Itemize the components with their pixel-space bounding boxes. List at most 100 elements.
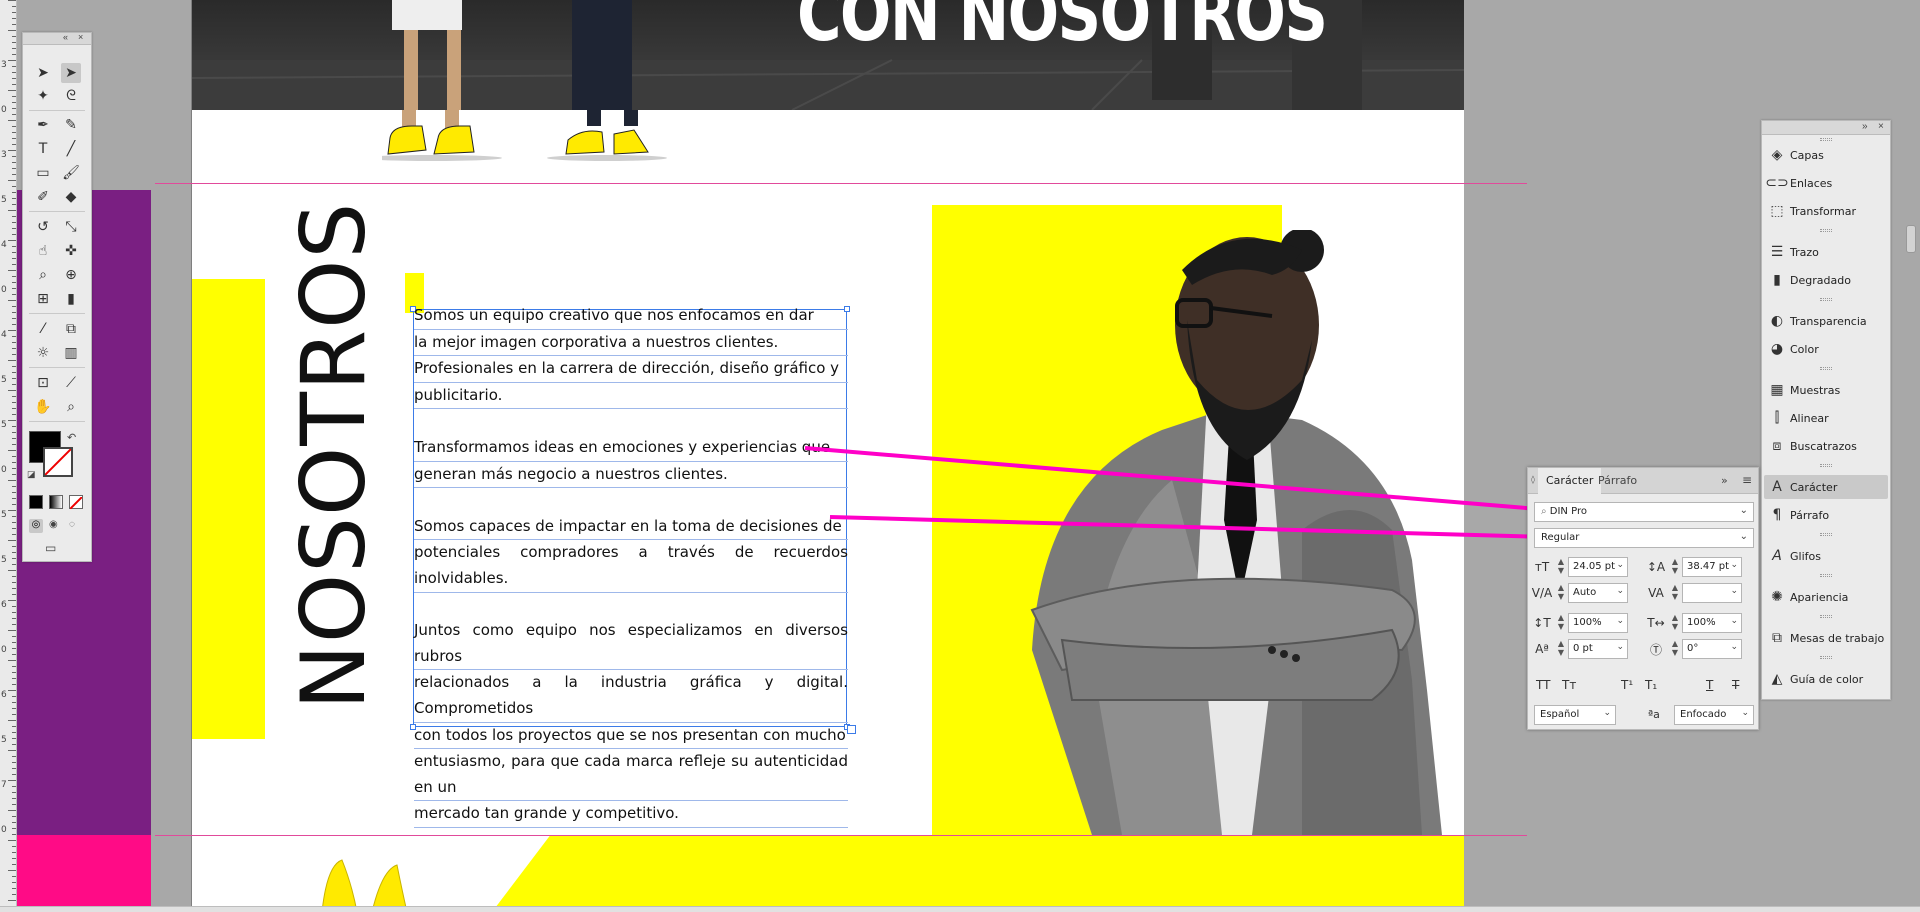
pen-tool[interactable]: ✒ bbox=[33, 115, 53, 135]
baseline-shift-field[interactable]: 0 pt ⌄ bbox=[1568, 639, 1628, 659]
vertical-scale-stepper[interactable]: ▲ ▼ bbox=[1556, 613, 1566, 633]
lasso-tool[interactable]: ᘓ bbox=[61, 86, 81, 106]
rectangle-tool[interactable]: ▭ bbox=[33, 163, 53, 183]
close-icon[interactable]: × bbox=[78, 32, 83, 42]
antialiasing-select[interactable]: Enfocado ⌄ bbox=[1674, 705, 1754, 725]
dock-header[interactable]: » × bbox=[1762, 121, 1890, 135]
small-caps-button[interactable]: Tᴛ bbox=[1562, 678, 1576, 692]
vertical-title-nosotros[interactable]: NOSOTROS bbox=[282, 202, 385, 710]
puppet-warp-tool[interactable]: ✜ bbox=[61, 241, 81, 261]
language-select[interactable]: Español ⌄ bbox=[1534, 705, 1616, 725]
tools-panel-header[interactable]: « × bbox=[23, 32, 91, 45]
man-portrait-photo[interactable] bbox=[972, 230, 1464, 835]
rotation-stepper[interactable]: ▲ ▼ bbox=[1670, 639, 1680, 659]
horizontal-scrollbar[interactable] bbox=[0, 906, 1920, 912]
swap-fill-stroke-icon[interactable]: ↶ bbox=[67, 431, 76, 444]
panel-item-gradient[interactable]: ▮ Degradado bbox=[1764, 268, 1888, 292]
artboard-tool[interactable]: ⊡ bbox=[33, 373, 53, 393]
hand-tool[interactable]: ✋ bbox=[33, 397, 53, 417]
symbol-sprayer-tool[interactable]: ☼ bbox=[33, 343, 53, 363]
tab-paragraph[interactable]: Párrafo bbox=[1590, 468, 1645, 494]
font-size-stepper[interactable]: ▲ ▼ bbox=[1556, 557, 1566, 577]
collapse-icon[interactable]: » bbox=[1862, 121, 1868, 132]
shaper-tool[interactable]: ✐ bbox=[33, 187, 53, 207]
line-tool[interactable]: ╱ bbox=[61, 139, 81, 159]
panel-item-align[interactable]: ⫿ Alinear bbox=[1764, 406, 1888, 430]
draw-inside-icon[interactable]: ◌ bbox=[69, 519, 75, 530]
character-panel-tabs[interactable]: ◊ Carácter Párrafo » ≡ bbox=[1528, 468, 1758, 494]
close-icon[interactable]: × bbox=[1878, 121, 1884, 132]
grip-icon[interactable] bbox=[1820, 574, 1832, 577]
gradient-tool[interactable]: ▮ bbox=[61, 289, 81, 309]
vertical-scale-field[interactable]: 100% ⌄ bbox=[1568, 613, 1628, 633]
leading-stepper[interactable]: ▲ ▼ bbox=[1670, 557, 1680, 577]
grip-icon[interactable] bbox=[1820, 533, 1832, 536]
tracking-field[interactable]: ⌄ bbox=[1682, 583, 1742, 603]
yellow-bottom-block[interactable] bbox=[492, 835, 1464, 912]
strikethrough-button[interactable]: T bbox=[1732, 678, 1739, 692]
color-mode-icon[interactable] bbox=[29, 495, 43, 509]
none-mode-icon[interactable] bbox=[69, 495, 83, 510]
all-caps-button[interactable]: TT bbox=[1536, 678, 1550, 692]
panel-item-artboards[interactable]: ⧉ Mesas de trabajo bbox=[1764, 626, 1888, 650]
yellow-accent-left[interactable] bbox=[192, 279, 265, 739]
direct-selection-tool[interactable]: ➤ bbox=[61, 63, 81, 83]
expand-icon[interactable]: » bbox=[1721, 474, 1728, 487]
hero-photo-banner[interactable]: CON NOSOTROS bbox=[192, 0, 1464, 110]
players-feet-image[interactable] bbox=[382, 110, 882, 170]
panel-item-transparency[interactable]: ◐ Transparencia bbox=[1764, 309, 1888, 333]
collapse-icon[interactable]: « bbox=[63, 32, 68, 42]
grip-icon[interactable] bbox=[1820, 615, 1832, 618]
font-style-select[interactable]: Regular ⌄ bbox=[1534, 528, 1754, 548]
panel-item-links[interactable]: ⊂⊃ Enlaces bbox=[1764, 171, 1888, 195]
perspective-grid-tool[interactable]: ⊞ bbox=[33, 289, 53, 309]
tools-panel[interactable]: « × ➤ ➤ ✦ ᘓ ✒ ✎ T ╱ ▭ 🖌 ✐ ◆ ↺ ⤡ ☝ ✜ ⌕ ⊕ … bbox=[22, 32, 92, 562]
stroke-swatch[interactable] bbox=[43, 447, 73, 477]
body-text-block[interactable]: Somos un equipo creativo que nos enfocam… bbox=[414, 303, 848, 828]
panels-dock[interactable]: » × ◈ Capas ⊂⊃ Enlaces ⬚ Transformar ☰ Trazo… bbox=[1761, 120, 1891, 700]
rotation-field[interactable]: 0° ⌄ bbox=[1682, 639, 1742, 659]
panel-item-color[interactable]: ◕ Color bbox=[1764, 337, 1888, 361]
grip-icon[interactable] bbox=[1820, 298, 1832, 301]
vertical-ruler[interactable]: 3 0 3 5 4 0 4 5 5 0 5 5 6 0 6 5 7 0 bbox=[0, 0, 17, 912]
artboard-page[interactable]: CON NOSOTROS NOSOTROS Somos un equipo cr… bbox=[191, 0, 1464, 912]
blend-tool[interactable]: ⧉ bbox=[61, 319, 81, 339]
horizontal-scale-stepper[interactable]: ▲ ▼ bbox=[1670, 613, 1680, 633]
default-colors-icon[interactable]: ◪ bbox=[27, 469, 36, 480]
rotate-tool[interactable]: ↺ bbox=[33, 217, 53, 237]
overflow-port[interactable] bbox=[847, 725, 856, 734]
draw-behind-icon[interactable]: ◉ bbox=[49, 519, 58, 530]
panel-item-glyphs[interactable]: A Glifos bbox=[1764, 544, 1888, 568]
screen-mode-icon[interactable]: ▭ bbox=[45, 541, 56, 555]
grip-icon[interactable] bbox=[1820, 464, 1832, 467]
type-tool[interactable]: T bbox=[33, 139, 53, 159]
eraser-tool[interactable]: ◆ bbox=[61, 187, 81, 207]
panel-item-appearance[interactable]: ✺ Apariencia bbox=[1764, 585, 1888, 609]
baseline-shift-stepper[interactable]: ▲ ▼ bbox=[1556, 639, 1566, 659]
free-transform-tool[interactable]: ⌕ bbox=[33, 265, 53, 285]
vertical-scrollbar[interactable] bbox=[1903, 0, 1920, 912]
leading-field[interactable]: 38.47 pt ⌄ bbox=[1682, 557, 1742, 577]
guide-horizontal[interactable] bbox=[155, 183, 1527, 184]
kerning-stepper[interactable]: ▲ ▼ bbox=[1556, 583, 1566, 603]
underline-button[interactable]: T bbox=[1706, 678, 1713, 692]
subscript-button[interactable]: T₁ bbox=[1645, 678, 1657, 692]
panel-item-paragraph[interactable]: ¶ Párrafo bbox=[1764, 503, 1888, 527]
grip-icon[interactable] bbox=[1820, 656, 1832, 659]
font-family-select[interactable]: ⌕ DIN Pro ⌄ bbox=[1534, 502, 1754, 522]
scale-tool[interactable]: ⤡ bbox=[61, 217, 81, 237]
eyedropper-tool[interactable]: ⁄ bbox=[33, 319, 53, 339]
hero-title[interactable]: CON NOSOTROS bbox=[797, 0, 1328, 58]
slice-tool[interactable]: ⟋ bbox=[61, 373, 81, 393]
panel-item-color-guide[interactable]: ◭ Guía de color bbox=[1764, 667, 1888, 691]
kerning-field[interactable]: Auto ⌄ bbox=[1568, 583, 1628, 603]
panel-item-transform[interactable]: ⬚ Transformar bbox=[1764, 199, 1888, 223]
magic-wand-tool[interactable]: ✦ bbox=[33, 86, 53, 106]
paintbrush-tool[interactable]: 🖌 bbox=[61, 163, 81, 183]
selection-tool[interactable]: ➤ bbox=[33, 63, 53, 83]
vertical-scroll-thumb[interactable] bbox=[1906, 225, 1916, 253]
grip-icon[interactable] bbox=[1820, 229, 1832, 232]
grip-icon[interactable] bbox=[1820, 138, 1832, 141]
character-panel[interactable]: ◊ Carácter Párrafo » ≡ ⌕ DIN Pro ⌄ Regul… bbox=[1527, 467, 1759, 730]
horizontal-scale-field[interactable]: 100% ⌄ bbox=[1682, 613, 1742, 633]
